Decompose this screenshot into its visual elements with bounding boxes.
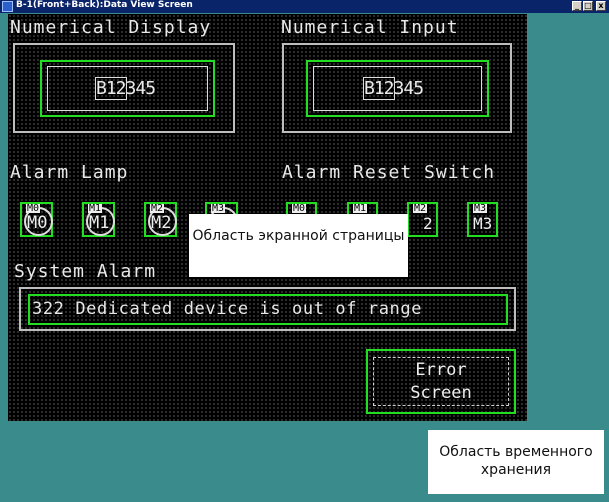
temporary-storage-area: Область временного хранения [8, 421, 609, 502]
value-text: 345 [393, 78, 424, 99]
numerical-input-value: B12345 [363, 77, 424, 100]
lamp-caption: M0 [27, 213, 48, 233]
minimize-button[interactable]: _ [572, 1, 582, 11]
restore-button[interactable]: □ [583, 1, 593, 11]
alarm-lamp-label: Alarm Lamp [10, 162, 129, 183]
device-tag: B12 [95, 77, 127, 100]
alarm-lamp-m0: M0 M0 [20, 202, 53, 237]
lamp-tag: M2 [150, 203, 165, 214]
lamp-caption: M1 [89, 213, 110, 233]
alarm-reset-switch-m3[interactable]: M3 M3 [467, 202, 498, 237]
numerical-input-field[interactable]: B12345 [306, 60, 489, 117]
numerical-input-label: Numerical Input [281, 17, 459, 38]
error-screen-line1: Error [415, 360, 467, 380]
lamp-tag: M0 [26, 203, 41, 214]
lamp-caption: M2 [151, 213, 172, 233]
title-bar[interactable]: B-1(Front+Back):Data View Screen _ □ x [0, 0, 609, 13]
switch-caption: M3 [473, 214, 493, 233]
error-screen-button[interactable]: Error Screen [366, 349, 516, 414]
switch-caption: 2 [423, 214, 433, 233]
system-alarm-message: 322 Dedicated device is out of range [32, 299, 423, 319]
error-screen-line2: Screen [410, 383, 472, 403]
lamp-tag: M1 [88, 203, 103, 214]
lamp-tag: M3 [211, 203, 226, 214]
switch-tag: M0 [292, 203, 307, 214]
window-title: B-1(Front+Back):Data View Screen [16, 0, 193, 10]
numerical-display-label: Numerical Display [10, 17, 212, 38]
close-button[interactable]: x [596, 1, 606, 11]
alarm-reset-switch-label: Alarm Reset Switch [282, 162, 496, 183]
switch-tag: M2 [413, 203, 428, 214]
screen-area-callout: Область экранной страницы [189, 214, 408, 277]
screen-area: Numerical Display B12345 Numerical Input… [8, 14, 527, 421]
alarm-reset-switch-m2[interactable]: M2 2 [407, 202, 438, 237]
storage-area-callout: Область временного хранения [428, 430, 604, 494]
application-window: B-1(Front+Back):Data View Screen _ □ x N… [0, 0, 609, 502]
app-icon [2, 1, 13, 12]
value-text: 345 [125, 78, 156, 99]
alarm-lamp-m2: M2 M2 [144, 202, 177, 237]
numerical-display-value: B12345 [95, 77, 156, 100]
system-alarm-label: System Alarm [14, 261, 157, 282]
device-tag: B12 [363, 77, 395, 100]
switch-tag: M1 [353, 203, 368, 214]
system-alarm-display: 322 Dedicated device is out of range [28, 294, 508, 325]
switch-tag: M3 [473, 203, 488, 214]
numerical-display[interactable]: B12345 [40, 60, 215, 117]
alarm-lamp-m1: M1 M1 [82, 202, 115, 237]
